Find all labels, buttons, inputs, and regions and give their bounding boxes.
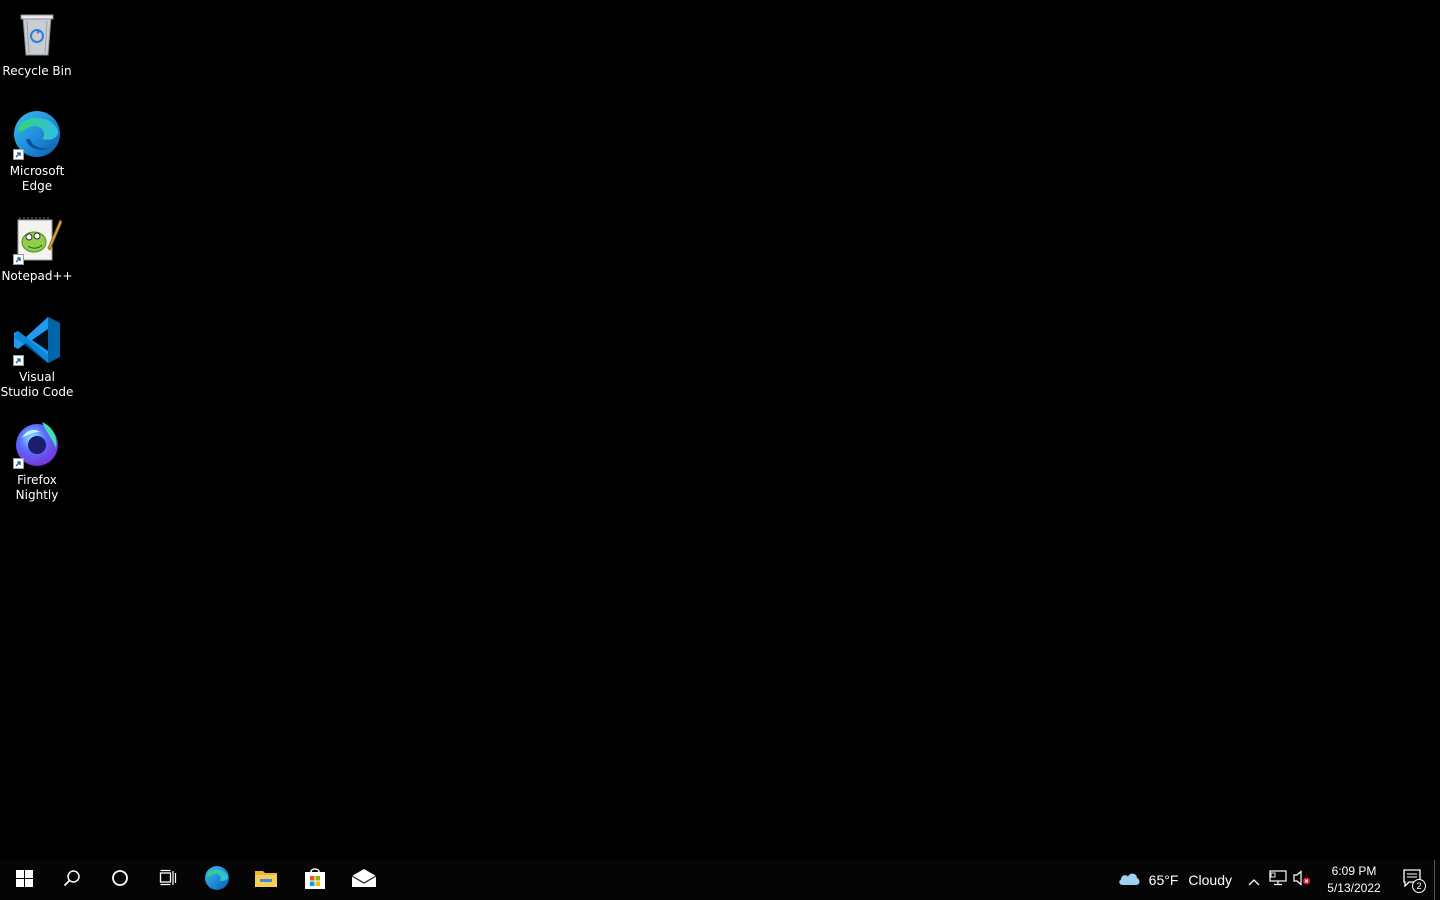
clock-time: 6:09 PM bbox=[1331, 864, 1377, 878]
windows-logo-icon bbox=[15, 869, 33, 891]
store-icon bbox=[303, 866, 327, 894]
task-view-icon bbox=[159, 869, 177, 891]
search-button[interactable] bbox=[48, 860, 96, 900]
weather-condition: Cloudy bbox=[1188, 872, 1232, 888]
desktop-icon-vscode[interactable]: Visual Studio Code bbox=[0, 314, 74, 400]
folder-icon bbox=[254, 867, 278, 893]
edge-icon bbox=[204, 865, 230, 895]
notification-count-badge: 2 bbox=[1412, 879, 1426, 893]
action-center-button[interactable]: 2 bbox=[1390, 860, 1434, 900]
notepadpp-icon bbox=[11, 213, 63, 265]
weather-widget[interactable]: 65°F Cloudy bbox=[1109, 860, 1242, 900]
taskbar-app-store[interactable] bbox=[290, 860, 339, 900]
network-button[interactable] bbox=[1266, 860, 1290, 900]
recycle-bin-icon bbox=[11, 8, 63, 60]
clock-date: 5/13/2022 bbox=[1327, 881, 1381, 895]
show-desktop-button[interactable] bbox=[1434, 860, 1440, 900]
firefox-nightly-icon bbox=[11, 417, 63, 469]
shortcut-arrow-icon bbox=[13, 355, 24, 366]
show-hidden-icons-button[interactable] bbox=[1242, 860, 1266, 900]
desktop-icon-label: Recycle Bin bbox=[2, 64, 72, 78]
shortcut-arrow-icon bbox=[13, 149, 24, 160]
network-icon bbox=[1269, 870, 1287, 890]
desktop-icon-label: Firefox Nightly bbox=[15, 473, 59, 502]
chevron-up-icon bbox=[1248, 871, 1260, 890]
desktop-icon-notepadpp[interactable]: Notepad++ bbox=[0, 213, 74, 284]
taskbar: 65°F Cloudy 6:09 PM 5/13/2022 2 bbox=[0, 860, 1440, 900]
desktop-icon-label: Visual Studio Code bbox=[0, 370, 74, 399]
cortana-circle-icon bbox=[111, 869, 129, 891]
mail-icon bbox=[351, 868, 377, 892]
start-button[interactable] bbox=[0, 860, 48, 900]
clock[interactable]: 6:09 PM 5/13/2022 bbox=[1318, 860, 1390, 900]
vscode-icon bbox=[11, 314, 63, 366]
volume-button[interactable] bbox=[1290, 860, 1314, 900]
desktop-icon-label: Microsoft Edge bbox=[9, 164, 65, 193]
task-view-button[interactable] bbox=[144, 860, 192, 900]
cloud-icon bbox=[1117, 870, 1141, 890]
edge-icon bbox=[11, 108, 63, 160]
desktop-icon-microsoft-edge[interactable]: Microsoft Edge bbox=[0, 108, 74, 194]
volume-muted-icon bbox=[1293, 870, 1311, 890]
desktop-icon-firefox-nightly[interactable]: Firefox Nightly bbox=[0, 417, 74, 503]
desktop: Recycle Bin Microsoft Edge Notepad++ Vis… bbox=[0, 0, 1440, 860]
taskbar-app-file-explorer[interactable] bbox=[241, 860, 290, 900]
search-icon bbox=[63, 869, 81, 891]
taskbar-app-mail[interactable] bbox=[339, 860, 388, 900]
cortana-button[interactable] bbox=[96, 860, 144, 900]
desktop-icon-label: Notepad++ bbox=[1, 269, 73, 283]
shortcut-arrow-icon bbox=[13, 458, 24, 469]
system-tray: 65°F Cloudy 6:09 PM 5/13/2022 2 bbox=[1109, 860, 1440, 900]
desktop-icon-recycle-bin[interactable]: Recycle Bin bbox=[0, 8, 74, 79]
shortcut-arrow-icon bbox=[13, 254, 24, 265]
weather-temperature: 65°F bbox=[1148, 872, 1179, 888]
taskbar-app-edge[interactable] bbox=[192, 860, 241, 900]
